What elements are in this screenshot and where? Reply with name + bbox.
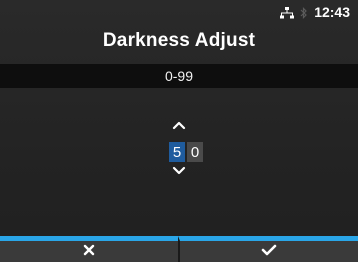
cancel-button[interactable] [0, 236, 178, 262]
screen: 12:43 Darkness Adjust 0-99 5 0 [0, 0, 358, 262]
confirm-button[interactable] [178, 236, 358, 262]
value-stepper[interactable]: 5 0 [169, 142, 203, 162]
network-icon [280, 6, 295, 19]
chevron-up-icon[interactable] [169, 119, 189, 131]
softkey-bar [0, 236, 358, 262]
digit-ones[interactable]: 0 [187, 142, 203, 162]
range-label: 0-99 [0, 64, 358, 88]
page-title: Darkness Adjust [102, 30, 256, 51]
chevron-down-icon[interactable] [169, 164, 189, 176]
close-icon [83, 243, 95, 261]
digit-tens[interactable]: 5 [169, 142, 185, 162]
clock: 12:43 [314, 4, 350, 20]
checkmark-icon [261, 243, 277, 261]
bluetooth-icon [300, 6, 308, 19]
status-bar: 12:43 [280, 0, 358, 24]
